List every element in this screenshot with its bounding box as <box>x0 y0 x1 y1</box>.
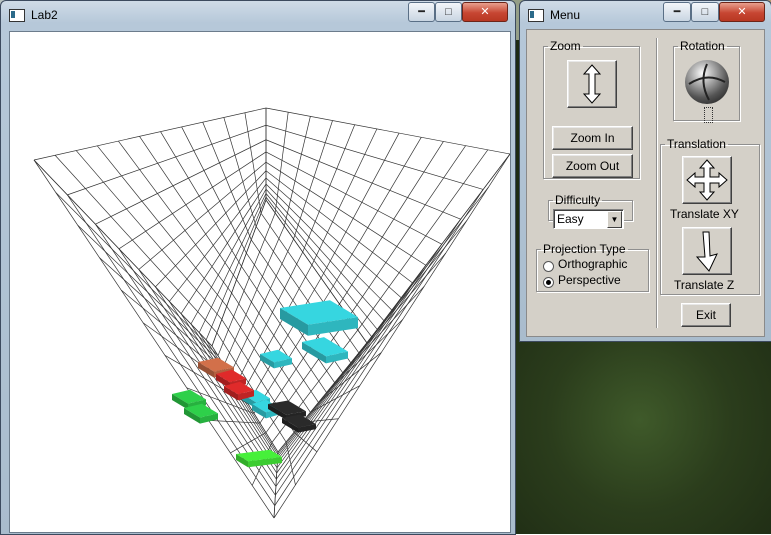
floor-grid-line <box>211 199 267 347</box>
projection-legend: Projection Type <box>543 242 626 256</box>
grid-line <box>284 116 311 227</box>
menu-titlebar[interactable]: Menu ━ □ ✕ <box>520 1 771 29</box>
perspective-label[interactable]: Perspective <box>558 273 621 287</box>
zoom-legend: Zoom <box>550 39 581 53</box>
lab2-title: Lab2 <box>31 8 58 22</box>
grid-line <box>265 170 413 284</box>
grid-line <box>95 139 267 225</box>
difficulty-value: Easy <box>557 212 584 226</box>
grid-line <box>138 269 277 480</box>
app-icon <box>528 9 544 22</box>
focus-indicator <box>704 107 713 123</box>
grid-line <box>275 219 461 496</box>
grid-line <box>273 153 511 519</box>
close-button[interactable]: ✕ <box>719 2 765 22</box>
chevron-down-icon[interactable]: ▼ <box>607 211 622 228</box>
tetris-3d-pit <box>33 107 511 519</box>
translate-z-label: Translate Z <box>674 278 735 292</box>
grid-line <box>329 137 422 292</box>
grid-line <box>118 140 232 294</box>
depth-arrow-icon <box>695 231 718 272</box>
grid-line <box>265 177 402 298</box>
menu-title: Menu <box>550 8 581 22</box>
grid-line <box>339 141 444 305</box>
grid-line <box>160 131 242 267</box>
grid-line <box>293 120 333 240</box>
column-divider <box>656 38 658 328</box>
lab2-titlebar[interactable]: Lab2 ━ □ ✕ <box>1 1 515 29</box>
maximize-button[interactable]: □ <box>435 2 462 22</box>
window-close-icon: ✕ <box>737 6 747 18</box>
close-button[interactable]: ✕ <box>462 2 508 22</box>
window-minimize-icon: ━ <box>673 6 681 18</box>
vertical-arrow-icon <box>582 64 602 104</box>
window-minimize-icon: ━ <box>418 6 425 18</box>
orthographic-label[interactable]: Orthographic <box>558 257 627 271</box>
grid-line <box>33 159 213 347</box>
translation-legend: Translation <box>667 137 726 151</box>
lab2-window: Lab2 ━ □ ✕ <box>0 0 516 535</box>
zoom-drag-button[interactable] <box>567 60 617 108</box>
window-maximize-icon: □ <box>701 6 709 18</box>
grid-line <box>181 126 247 254</box>
minimize-button[interactable]: ━ <box>408 2 435 22</box>
rotation-trackball[interactable] <box>677 52 737 124</box>
app-icon <box>9 9 25 22</box>
grid-line <box>54 155 218 333</box>
orthographic-radio[interactable] <box>543 261 554 272</box>
grid-line <box>265 188 385 321</box>
grid-line <box>265 151 442 245</box>
rotation-sphere-icon <box>685 60 729 104</box>
difficulty-select[interactable]: Easy ▼ <box>553 209 624 229</box>
translate-z-button[interactable] <box>682 227 732 275</box>
grid-line <box>180 183 267 314</box>
menu-panel: Zoom Zoom In Zoom Out Difficulty Easy ▼ … <box>526 29 765 337</box>
grid-line <box>357 149 489 331</box>
grid-line <box>265 124 484 190</box>
move-arrows-icon <box>686 159 728 201</box>
grid-line <box>55 192 219 356</box>
grid-line <box>77 224 225 366</box>
window-maximize-icon: □ <box>445 6 452 18</box>
window-close-icon: ✕ <box>480 6 490 18</box>
translate-xy-label: Translate XY <box>670 207 739 221</box>
grid-line <box>265 107 511 155</box>
grid-line <box>190 188 267 325</box>
maximize-button[interactable]: □ <box>691 2 719 22</box>
translate-xy-button[interactable] <box>682 156 732 204</box>
grid-line <box>265 161 427 266</box>
grid-line <box>169 301 278 469</box>
perspective-radio[interactable] <box>543 277 554 288</box>
zoom-out-button[interactable]: Zoom Out <box>552 154 633 178</box>
minimize-button[interactable]: ━ <box>663 2 691 22</box>
game-viewport[interactable] <box>9 31 511 533</box>
grid-line <box>275 244 443 487</box>
menu-window: Menu ━ □ ✕ Zoom Zoom In Zoom Out Difficu… <box>519 0 771 342</box>
difficulty-legend: Difficulty <box>555 193 601 207</box>
rotation-legend: Rotation <box>680 39 725 53</box>
exit-button[interactable]: Exit <box>681 303 731 327</box>
zoom-in-button[interactable]: Zoom In <box>552 126 633 150</box>
